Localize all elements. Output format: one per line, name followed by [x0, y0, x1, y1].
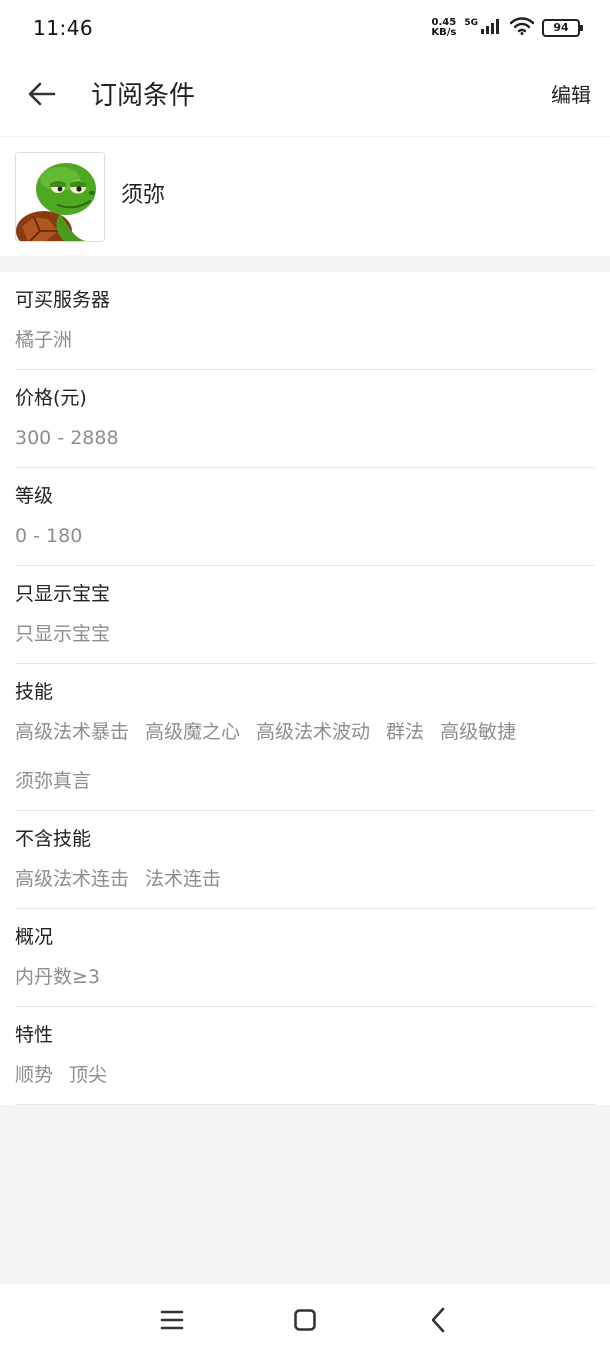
condition-label: 价格(元): [15, 387, 87, 409]
home-icon[interactable]: [287, 1302, 323, 1338]
condition-value: 须弥真言: [15, 770, 92, 792]
condition-overview: 概况 内丹数≥3: [15, 909, 595, 1007]
network-speed-unit: KB/s: [431, 27, 457, 38]
condition-price: 价格(元) 300 - 2888: [15, 370, 595, 468]
condition-label: 只显示宝宝: [15, 583, 111, 605]
signal-icon: [480, 18, 502, 38]
condition-value: 法术连击: [145, 868, 222, 890]
edit-button[interactable]: 编辑: [551, 80, 591, 110]
pet-name: 须弥: [121, 183, 166, 208]
condition-values: 顺势 顶尖: [15, 1060, 595, 1090]
battery-level: 94: [553, 21, 569, 34]
condition-label: 等级: [15, 485, 54, 507]
network-type: 5G: [464, 18, 478, 28]
condition-value: 内丹数≥3: [15, 966, 101, 988]
condition-level: 等级 0 - 180: [15, 468, 595, 566]
condition-values: 高级法术连击 法术连击: [15, 864, 595, 894]
condition-values: 内丹数≥3: [15, 962, 595, 992]
condition-list: 可买服务器 橘子洲 价格(元) 300 - 2888 等级 0 - 180 只显…: [0, 272, 610, 1105]
condition-baby-only: 只显示宝宝 只显示宝宝: [15, 566, 595, 664]
condition-value: 群法: [386, 721, 425, 743]
condition-label: 不含技能: [15, 828, 92, 850]
wifi-icon: [509, 17, 535, 39]
condition-value: 只显示宝宝: [15, 623, 111, 645]
status-bar: 11:46 0.45 KB/s 5G 94: [0, 0, 610, 56]
condition-value: 高级法术波动: [256, 721, 371, 743]
condition-traits: 特性 顺势 顶尖: [15, 1007, 595, 1105]
condition-values: 0 - 180: [15, 521, 595, 551]
status-time: 11:46: [33, 16, 94, 40]
turtle-avatar: [15, 152, 105, 242]
condition-value: 高级魔之心: [145, 721, 241, 743]
back-icon[interactable]: [420, 1302, 456, 1338]
condition-values: 300 - 2888: [15, 423, 595, 453]
screen: 11:46 0.45 KB/s 5G 94 订阅条件 编辑 须弥 可买服务器 橘…: [0, 0, 610, 1356]
condition-server: 可买服务器 橘子洲: [15, 272, 595, 370]
pet-card: 须弥: [0, 137, 610, 256]
status-icons: 0.45 KB/s 5G 94: [431, 14, 583, 42]
header-bar: 订阅条件 编辑: [0, 56, 610, 137]
page-title: 订阅条件: [91, 81, 196, 111]
condition-value: 高级法术暴击: [15, 721, 130, 743]
network-speed: 0.45 KB/s: [431, 18, 456, 38]
back-button[interactable]: [22, 76, 62, 116]
condition-values: 只显示宝宝: [15, 619, 595, 649]
condition-label: 概况: [15, 926, 54, 948]
condition-label: 特性: [15, 1024, 54, 1046]
system-nav-bar: [0, 1284, 610, 1356]
condition-value: 高级敏捷: [440, 721, 517, 743]
condition-values: 高级法术暴击 高级魔之心 高级法术波动 群法 高级敏捷 须弥真言: [15, 717, 595, 796]
condition-value: 橘子洲: [15, 329, 73, 351]
condition-value: 顺势: [15, 1064, 54, 1086]
condition-label: 可买服务器: [15, 289, 111, 311]
condition-value: 0 - 180: [15, 525, 83, 547]
menu-icon[interactable]: [154, 1302, 190, 1338]
condition-skills: 技能 高级法术暴击 高级魔之心 高级法术波动 群法 高级敏捷 须弥真言: [15, 664, 595, 811]
condition-value: 300 - 2888: [15, 427, 119, 449]
condition-values: 橘子洲: [15, 325, 595, 355]
arrow-left-icon: [28, 82, 56, 110]
condition-value: 高级法术连击: [15, 868, 130, 890]
battery-icon: 94: [542, 19, 583, 37]
condition-value: 顶尖: [69, 1064, 108, 1086]
condition-excluded-skills: 不含技能 高级法术连击 法术连击: [15, 811, 595, 909]
condition-label: 技能: [15, 681, 54, 703]
